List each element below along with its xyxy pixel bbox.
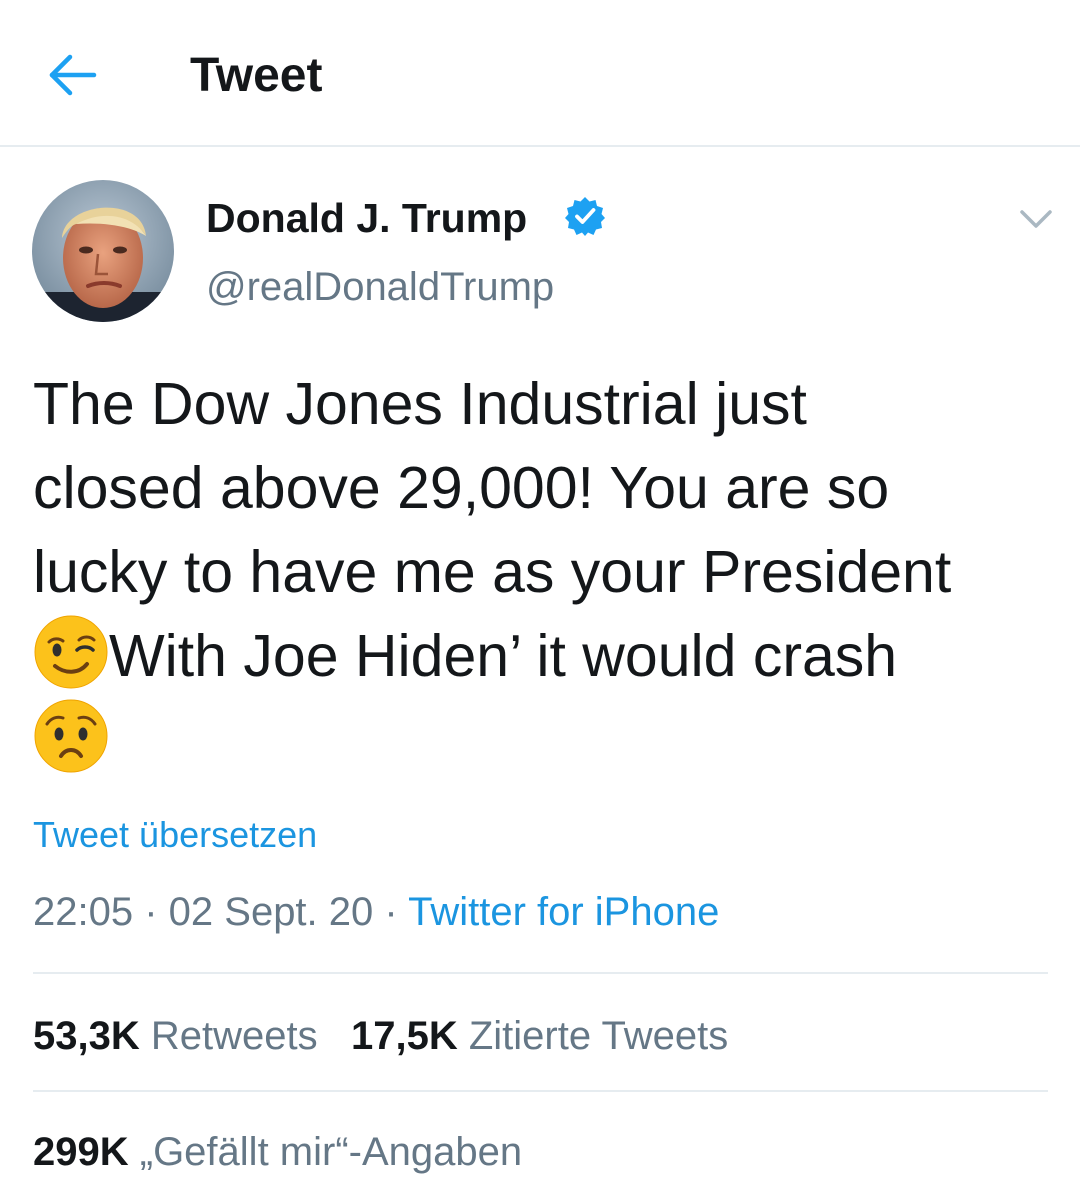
tweet-time: 22:05 — [33, 890, 134, 934]
worried-face-emoji — [33, 698, 109, 774]
verified-badge-icon — [565, 196, 605, 236]
author-name[interactable]: Donald J. Trump — [206, 192, 527, 244]
quotes-count: 17,5K — [350, 1014, 458, 1058]
tweet-source-link[interactable]: Twitter for iPhone — [408, 890, 719, 934]
tweet-body: The Dow Jones Industrial just closed abo… — [33, 362, 1063, 782]
tweet-line: The Dow Jones Industrial just — [33, 371, 807, 437]
winking-face-emoji — [33, 614, 109, 690]
quote-tweets-stat[interactable]: 17,5K Zitierte Tweets — [351, 1014, 728, 1058]
top-bar: Tweet — [0, 0, 1080, 147]
tweet-meta: 22:05 · 02 Sept. 20 · Twitter for iPhone — [33, 886, 719, 938]
likes-label: „Gefällt mir“-Angaben — [139, 1130, 523, 1174]
likes-count: 299K — [33, 1130, 129, 1174]
avatar[interactable] — [32, 180, 174, 322]
retweets-label: Retweets — [150, 1014, 318, 1058]
divider — [33, 972, 1048, 974]
tweet-line-emoji — [33, 698, 1063, 782]
tweet-line: lucky to have me as your President — [33, 539, 952, 605]
header-divider — [0, 145, 1080, 147]
meta-separator: · — [373, 890, 409, 934]
likes-stats-row: 299K „Gefällt mir“-Angaben — [33, 1126, 522, 1178]
retweets-count: 53,3K — [33, 1014, 140, 1058]
tweet-date: 02 Sept. 20 — [168, 890, 374, 934]
divider — [33, 1090, 1048, 1092]
author-handle[interactable]: @realDonaldTrump — [206, 262, 554, 312]
tweet-line-text: With Joe Hiden’ it would crash — [109, 623, 898, 689]
back-arrow-icon[interactable] — [46, 50, 102, 100]
page-title: Tweet — [190, 49, 323, 102]
quotes-label: Zitierte Tweets — [468, 1014, 729, 1058]
likes-stat[interactable]: 299K „Gefällt mir“-Angaben — [33, 1130, 522, 1174]
tweet-line: closed above 29,000! You are so — [33, 455, 890, 521]
chevron-down-icon[interactable] — [1016, 202, 1056, 234]
retweet-stats-row: 53,3K Retweets 17,5K Zitierte Tweets — [33, 1010, 728, 1062]
tweet-line-with-emoji: With Joe Hiden’ it would crash — [33, 614, 1063, 698]
retweets-stat[interactable]: 53,3K Retweets — [33, 1014, 318, 1058]
meta-separator: · — [133, 890, 169, 934]
translate-tweet-link[interactable]: Tweet übersetzen — [33, 812, 317, 858]
